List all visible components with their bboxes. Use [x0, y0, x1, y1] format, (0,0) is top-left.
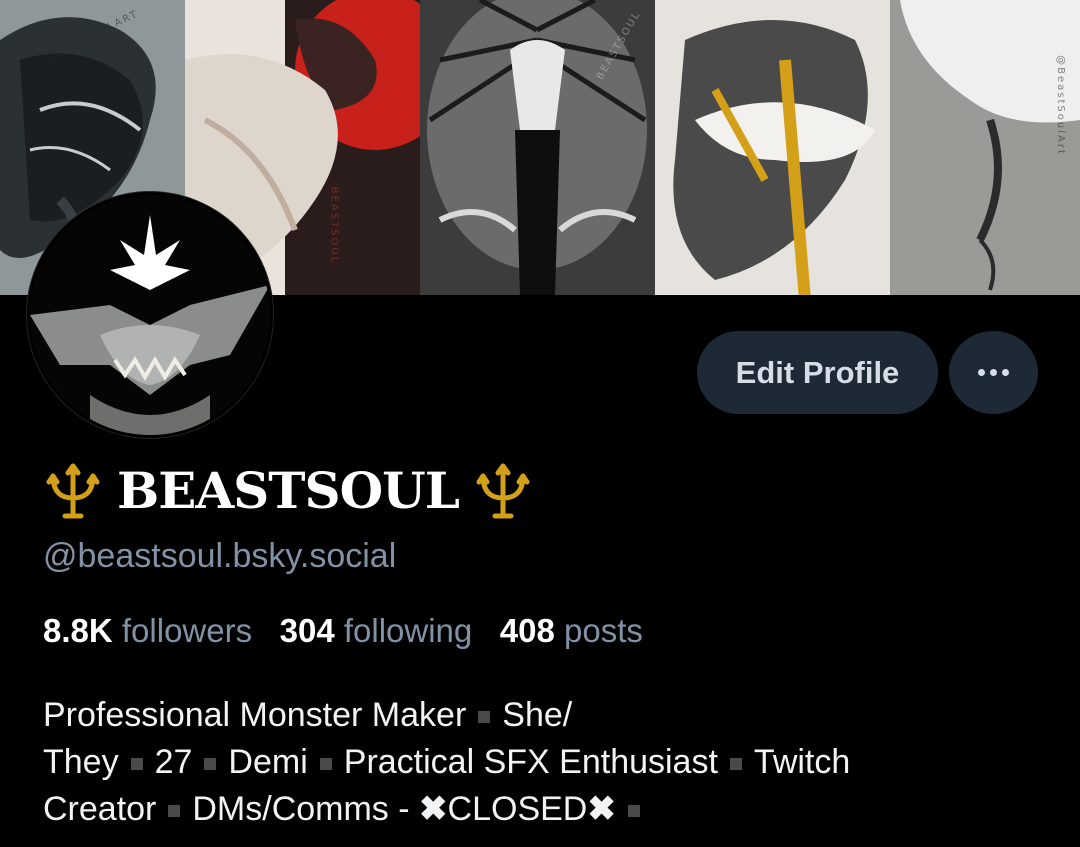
more-options-button[interactable]: [949, 331, 1038, 414]
bio-text: Practical SFX Enthusiast: [343, 743, 718, 781]
square-separator-icon: [168, 805, 181, 818]
bio-text: They: [43, 743, 119, 781]
ellipsis-icon-dot: [1002, 369, 1009, 376]
trident-icon: [46, 463, 100, 519]
bio-text: Professional Monster Maker: [43, 696, 467, 734]
square-separator-icon: [627, 805, 640, 818]
square-separator-icon: [204, 758, 217, 771]
bio-text: DMs/Comms -: [192, 790, 420, 828]
following-count: 304: [279, 612, 335, 649]
profile-handle: @beastsoul.bsky.social: [43, 537, 397, 575]
bio-text: Twitch: [753, 743, 851, 781]
display-name: BEASTSOUL: [117, 460, 460, 520]
demon-embrace-art: [655, 0, 890, 295]
posts-label: posts: [564, 612, 643, 649]
profile-bio: Professional Monster Maker She/ They 27 Dem…: [43, 692, 1043, 833]
avatar[interactable]: [27, 192, 273, 438]
banner-panel-3: BEASTSOUL: [420, 0, 655, 295]
posts-count: 408: [499, 612, 555, 649]
banner-panel-4: [655, 0, 890, 295]
square-separator-icon: [478, 711, 491, 724]
profile-stats: 8.8K followers 304 following 408 posts: [43, 612, 643, 650]
bio-text: CLOSED: [447, 790, 588, 828]
square-separator-icon: [729, 758, 742, 771]
banner-watermark: BEASTSOUL: [328, 186, 340, 265]
cross-mark-icon: ✖: [587, 790, 616, 828]
display-name-row: BEASTSOUL: [41, 455, 535, 525]
goblin-avatar-art: [30, 195, 270, 435]
bio-text: She/: [502, 696, 573, 734]
square-separator-icon: [319, 758, 332, 771]
cross-mark-icon: ✖: [419, 790, 448, 828]
trident-icon: [476, 463, 530, 519]
following-label: following: [343, 612, 473, 649]
ellipsis-icon-dot: [990, 369, 997, 376]
bio-text: Creator: [43, 790, 157, 828]
ellipsis-icon: [978, 369, 985, 376]
edit-profile-button[interactable]: Edit Profile: [697, 331, 938, 414]
posts-stat: 408 posts: [500, 612, 643, 649]
pale-figure-art: [890, 0, 1080, 295]
bio-text: 27: [154, 743, 193, 781]
bio-text: Demi: [228, 743, 308, 781]
followers-count: 8.8K: [43, 612, 113, 649]
followers-label: followers: [121, 612, 253, 649]
followers-link[interactable]: 8.8K followers: [43, 612, 252, 649]
square-separator-icon: [130, 758, 143, 771]
banner-panel-5: @BeastSoulArt: [890, 0, 1080, 295]
banner-watermark: @BeastSoulArt: [1054, 55, 1066, 156]
following-link[interactable]: 304 following: [280, 612, 473, 649]
